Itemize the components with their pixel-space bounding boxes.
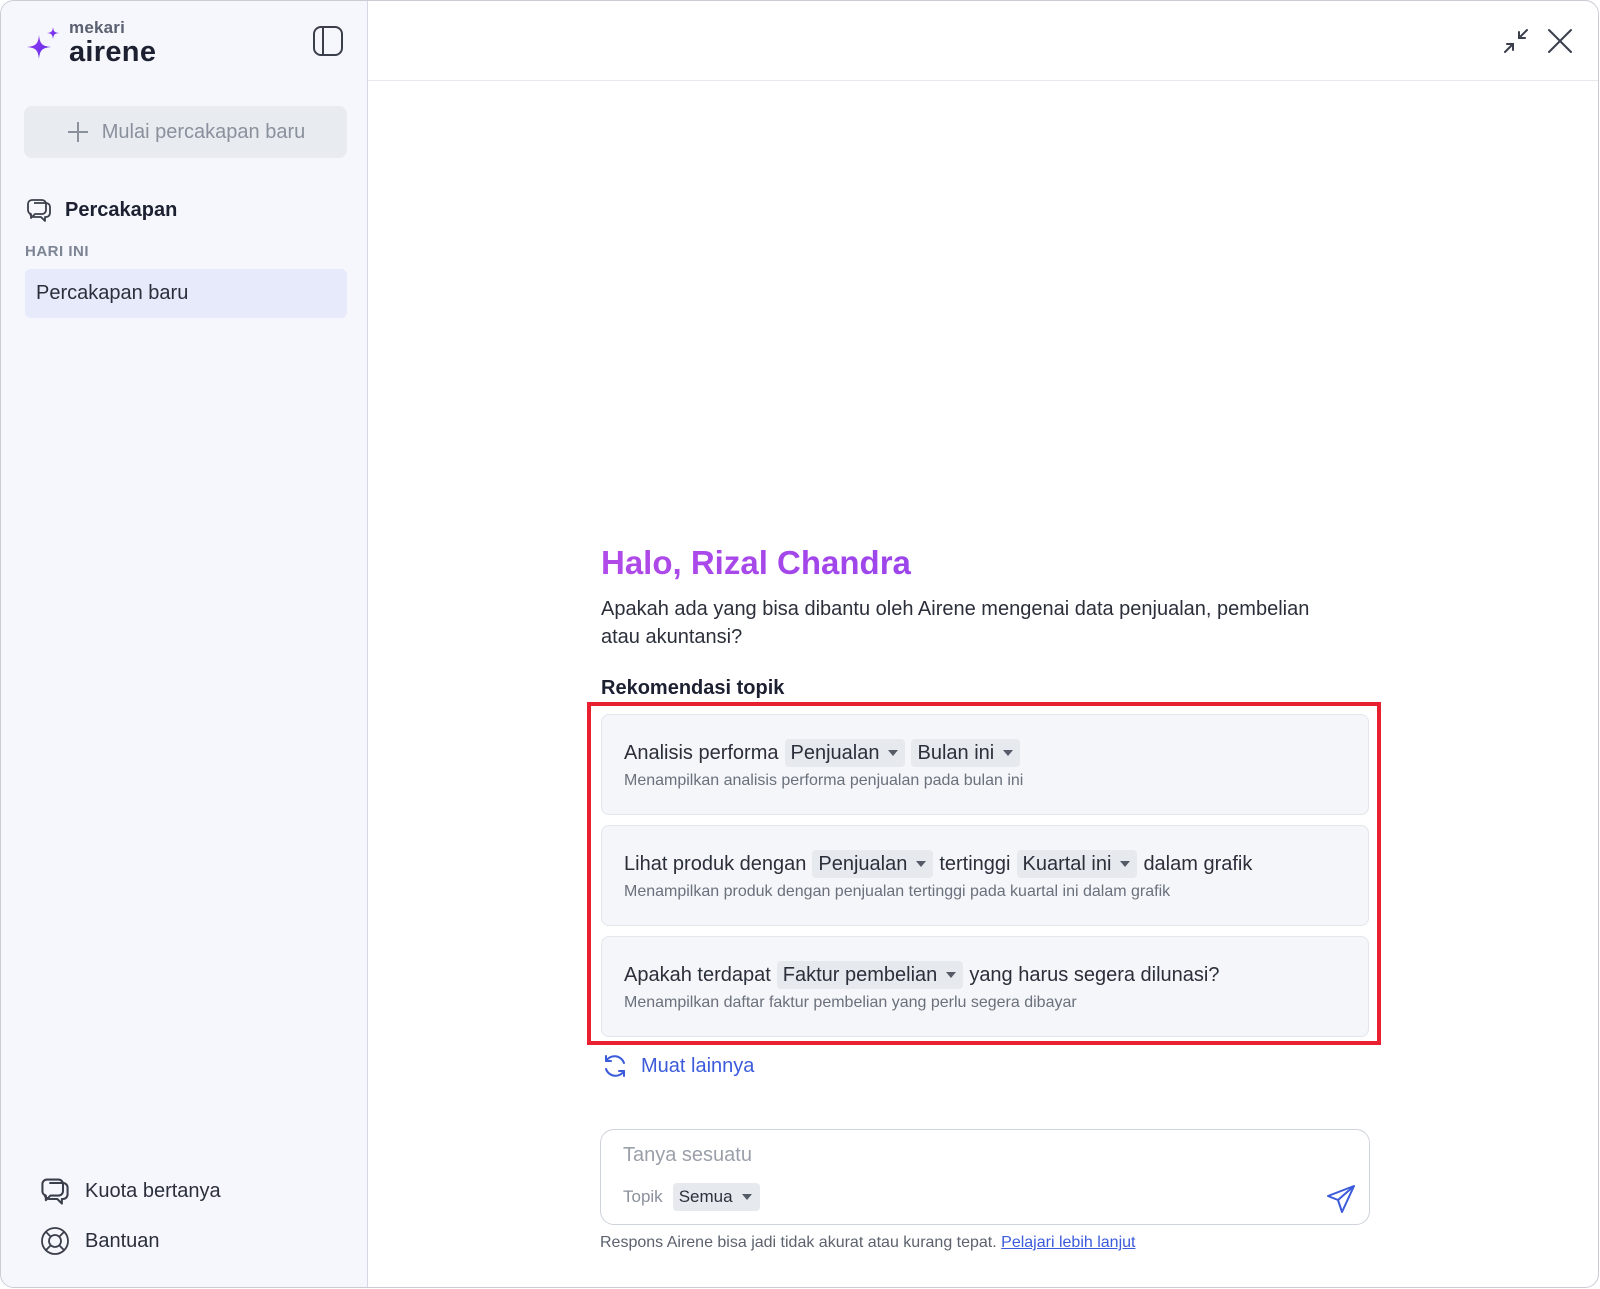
help-button[interactable]: Bantuan (39, 1225, 160, 1257)
disclaimer-text: Respons Airene bisa jadi tidak akurat at… (600, 1234, 997, 1251)
topic-text: Lihat produk dengan (624, 852, 807, 875)
learn-more-link[interactable]: Pelajari lebih lanjut (1001, 1234, 1135, 1251)
close-icon[interactable] (1544, 25, 1576, 57)
sidebar-toggle-icon[interactable] (312, 25, 344, 57)
caret-down-icon (1120, 861, 1131, 867)
dropdown-value: Penjualan (790, 741, 880, 764)
sparkle-logo-icon (27, 27, 59, 59)
topic-description: Menampilkan produk dengan penjualan tert… (624, 883, 1171, 900)
dropdown-value: Kuartal ini (1022, 852, 1112, 875)
brand-subtitle: mekari (69, 18, 126, 37)
app-window: mekari airene Mulai percakapan baru Perc… (0, 0, 1599, 1288)
conversation-item[interactable]: Percakapan baru (25, 269, 347, 318)
caret-down-icon (946, 972, 957, 978)
topic-card[interactable]: Apakah terdapat Faktur pembelian yang ha… (601, 936, 1369, 1037)
topic-text: dalam grafik (1143, 852, 1253, 875)
conversation-item-label: Percakapan baru (36, 282, 189, 304)
caret-down-icon (888, 750, 899, 756)
topic-text: tertinggi (939, 852, 1011, 875)
greeting-subtitle: Apakah ada yang bisa dibantu oleh Airene… (601, 598, 1310, 648)
new-chat-button[interactable]: Mulai percakapan baru (24, 106, 347, 158)
dropdown-value: Faktur pembelian (782, 963, 938, 986)
dropdown-value: Bulan ini (917, 741, 995, 764)
topic-label: Topik (623, 1187, 663, 1206)
topic-dropdown[interactable]: Penjualan (784, 739, 906, 767)
refresh-icon (605, 1055, 625, 1077)
topic-description: Menampilkan daftar faktur pembelian yang… (624, 994, 1077, 1011)
group-label-today: HARI INI (25, 243, 89, 260)
welcome-section: Halo, Rizal Chandra Apakah ada yang bisa… (601, 541, 1381, 700)
topic-text: Apakah terdapat (624, 963, 771, 986)
new-chat-label: Mulai percakapan baru (101, 120, 306, 143)
topic-card[interactable]: Analisis performa Penjualan Bulan ini Me… (601, 714, 1369, 815)
lifebuoy-icon (41, 1227, 69, 1255)
document-dropdown[interactable]: Faktur pembelian (776, 961, 964, 989)
period-dropdown[interactable]: Bulan ini (911, 739, 1021, 767)
caret-down-icon (741, 1194, 752, 1200)
chat-bubbles-icon (27, 199, 51, 222)
conversations-header: Percakapan (25, 196, 177, 224)
topic-text: Analisis performa (624, 741, 779, 764)
topic-dropdown[interactable]: Penjualan (812, 850, 934, 878)
load-more-button[interactable]: Muat lainnya (601, 1052, 754, 1080)
period-dropdown[interactable]: Kuartal ini (1016, 850, 1138, 878)
topic-select-value: Semua (678, 1187, 733, 1206)
dropdown-value: Penjualan (818, 852, 908, 875)
topic-card[interactable]: Lihat produk dengan Penjualan tertinggi … (601, 825, 1369, 926)
greeting-title: Halo, Rizal Chandra (601, 541, 1381, 585)
caret-down-icon (916, 861, 927, 867)
minimize-icon[interactable] (1500, 25, 1532, 57)
help-label: Bantuan (85, 1229, 160, 1252)
conversations-title: Percakapan (65, 198, 178, 221)
brand-logo: mekari airene (25, 19, 156, 67)
chat-main: Halo, Rizal Chandra Apakah ada yang bisa… (368, 1, 1598, 1287)
plus-icon (67, 122, 88, 142)
topic-description: Menampilkan analisis performa penjualan … (624, 772, 1024, 789)
recommendation-title: Rekomendasi topik (601, 677, 785, 699)
chat-input[interactable] (623, 1144, 1263, 1167)
quota-button[interactable]: Kuota bertanya (39, 1175, 221, 1207)
topic-text: yang harus segera dilunasi? (969, 963, 1220, 986)
send-icon[interactable] (1325, 1183, 1357, 1215)
top-bar (368, 1, 1598, 81)
chat-input-box: Topik Semua (600, 1129, 1370, 1225)
topic-select[interactable]: Semua (672, 1183, 760, 1211)
load-more-label: Muat lainnya (641, 1054, 755, 1077)
caret-down-icon (1003, 750, 1014, 756)
brand-name: airene (69, 36, 157, 68)
quota-label: Kuota bertanya (85, 1179, 221, 1202)
sidebar: mekari airene Mulai percakapan baru Perc… (1, 1, 368, 1287)
disclaimer: Respons Airene bisa jadi tidak akurat at… (600, 1234, 1135, 1252)
chat-bubbles-icon (41, 1178, 69, 1205)
